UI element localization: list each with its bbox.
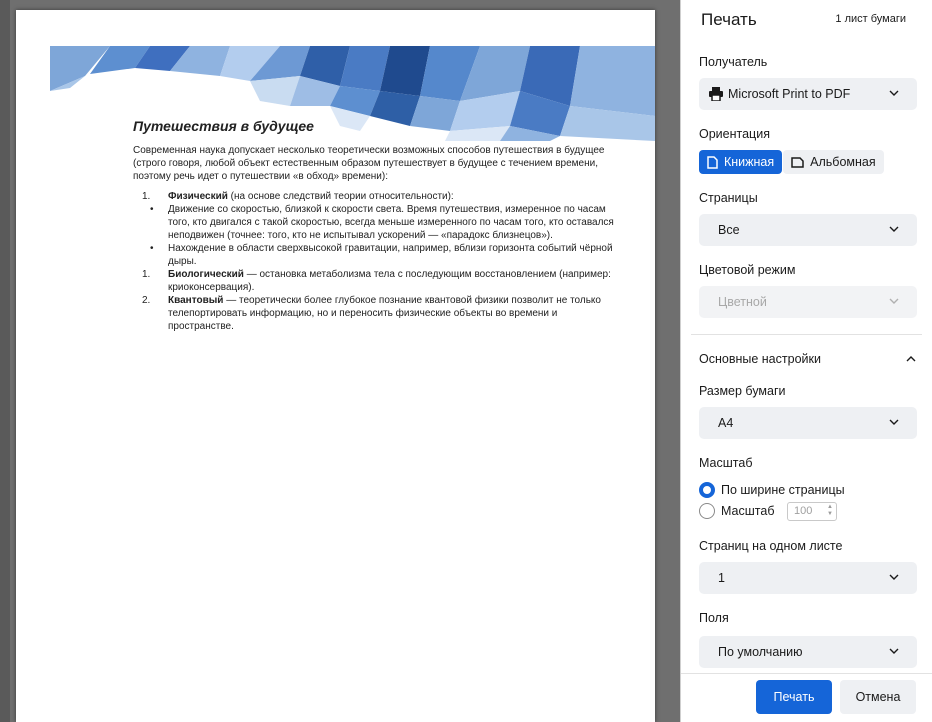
color-mode-label: Цветовой режим [699,263,796,277]
section-divider [691,334,922,335]
portrait-button[interactable]: Книжная [699,150,783,174]
color-mode-select: Цветной [699,286,917,318]
destination-label: Получатель [699,55,768,69]
landscape-page-icon [791,156,804,168]
margins-label: Поля [699,611,729,625]
scale-custom-radio[interactable] [699,503,715,519]
pages-per-sheet-select[interactable]: 1 [699,562,917,594]
landscape-button[interactable]: Альбомная [783,150,884,174]
list-item: 2. Квантовый — теоретически более глубоко… [142,295,601,332]
document-title: Путешествия в будущее [133,118,314,134]
pages-select[interactable]: Все [699,214,917,246]
list-bullet: • Движение со скоростью, близкой к скорос… [150,204,614,241]
chevron-up-icon[interactable] [906,354,916,364]
scale-fit-radio[interactable] [699,482,715,498]
print-preview-area: Путешествия в будущее Современная наука … [0,0,680,722]
orientation-label: Ориентация [699,127,770,141]
sheet-count: 1 лист бумаги [835,13,906,25]
stepper-arrows-icon[interactable]: ▲ ▼ [827,504,833,518]
orientation-toggle: Книжная Альбомная [699,150,884,174]
print-settings-panel: Печать 1 лист бумаги Получатель Microsof… [680,0,932,722]
scale-custom-label[interactable]: Масштаб [721,504,774,518]
preview-left-edge [0,0,10,722]
scale-fit-label[interactable]: По ширине страницы [721,483,845,497]
chevron-down-icon [889,419,899,425]
scale-label: Масштаб [699,456,753,470]
document-intro: Современная наука допускает несколько те… [133,145,605,182]
printer-icon [709,87,723,101]
scale-value-input[interactable]: 100 ▲ ▼ [787,502,837,521]
document-content: Путешествия в будущее Современная наука … [133,118,623,333]
pages-label: Страницы [699,191,758,205]
chevron-down-icon [889,226,899,232]
advanced-settings-toggle[interactable]: Основные настройки [699,352,821,366]
dialog-footer: Печать Отмена [681,673,932,722]
destination-select[interactable]: Microsoft Print to PDF [699,78,917,110]
list-item: 1. Физический (на основе следствий теории… [142,191,454,202]
paper-size-select[interactable]: A4 [699,407,917,439]
list-item: 1. Биологический — остановка метаболизма … [142,269,611,293]
list-bullet: • Нахождение в области сверхвысокой грави… [150,243,613,267]
dialog-title: Печать [701,10,757,29]
margins-select[interactable]: По умолчанию [699,636,917,668]
chevron-down-icon [889,648,899,654]
chevron-down-icon [889,90,899,96]
cancel-button[interactable]: Отмена [840,680,916,714]
paper-size-label: Размер бумаги [699,384,786,398]
preview-page: Путешествия в будущее Современная наука … [16,10,655,722]
print-button[interactable]: Печать [756,680,832,714]
portrait-page-icon [707,155,718,169]
chevron-down-icon [889,574,899,580]
pages-per-sheet-label: Страниц на одном листе [699,539,843,553]
chevron-down-icon [889,298,899,304]
